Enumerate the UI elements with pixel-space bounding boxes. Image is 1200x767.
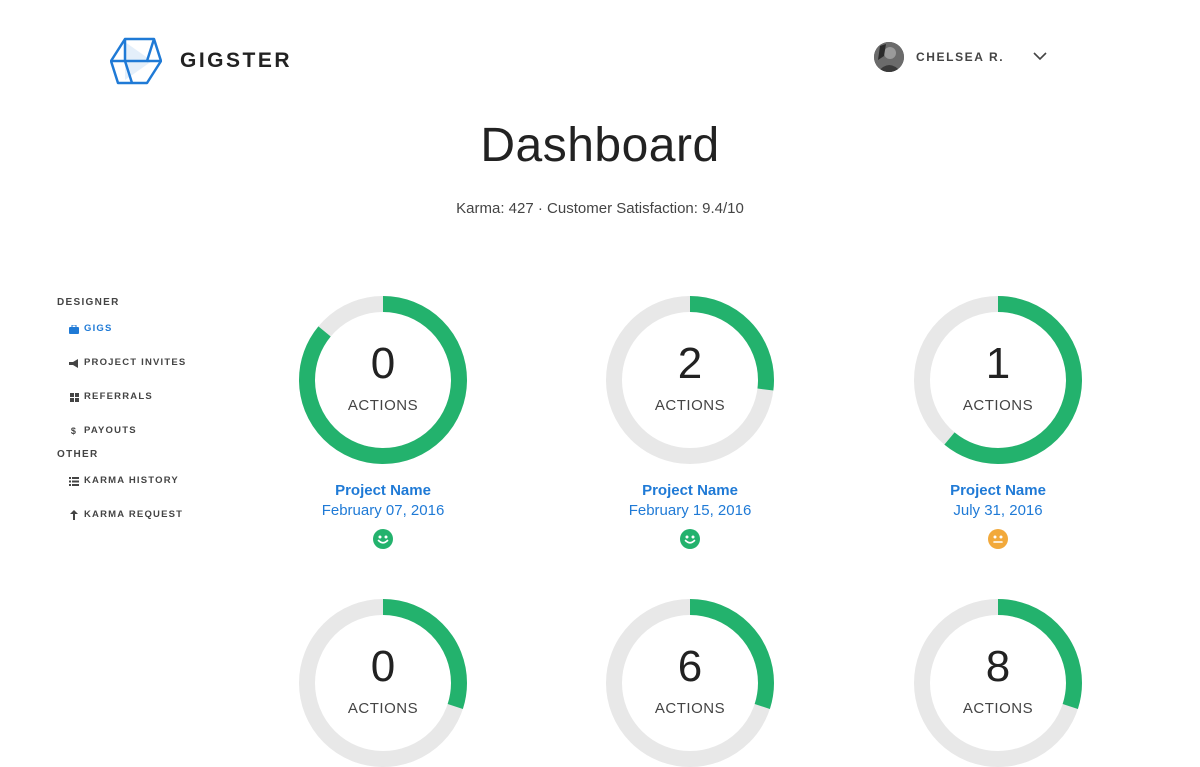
actions-ring: 8 ACTIONS xyxy=(914,599,1082,767)
sidebar-item-label: GIGS xyxy=(84,323,113,334)
actions-ring: 0 ACTIONS xyxy=(299,296,467,464)
actions-ring: 6 ACTIONS xyxy=(606,599,774,767)
project-date: July 31, 2016 xyxy=(953,502,1043,519)
project-name-link[interactable]: Project Name xyxy=(263,481,503,500)
sidebar-item-karma-request[interactable]: KARMA REQUEST xyxy=(69,509,237,521)
actions-label: ACTIONS xyxy=(347,397,419,414)
brand-name: GIGSTER xyxy=(180,49,293,72)
megaphone-icon xyxy=(69,358,79,368)
actions-ring: 1 ACTIONS xyxy=(914,296,1082,464)
happy-face-icon xyxy=(680,529,700,549)
sidebar-item-project-invites[interactable]: PROJECT INVITES xyxy=(69,357,237,369)
briefcase-icon xyxy=(69,324,79,334)
gig-card[interactable]: 0 ACTIONS Project Name February 07, 2016 xyxy=(263,296,503,554)
sidebar-item-gigs[interactable]: GIGS xyxy=(69,323,237,335)
sidebar-item-karma-history[interactable]: KARMA HISTORY xyxy=(69,475,237,487)
actions-label: ACTIONS xyxy=(654,397,726,414)
project-date: February 15, 2016 xyxy=(628,502,752,519)
happy-face-icon xyxy=(373,529,393,549)
avatar xyxy=(874,42,904,72)
user-menu[interactable]: CHELSEA R. xyxy=(874,42,1004,72)
gig-card[interactable]: 6 ACTIONS xyxy=(570,599,810,767)
gig-card[interactable]: 1 ACTIONS Project Name July 31, 2016 xyxy=(878,296,1118,554)
gig-card[interactable]: 0 ACTIONS xyxy=(263,599,503,767)
sidebar-item-label: KARMA HISTORY xyxy=(84,475,179,486)
user-name: CHELSEA R. xyxy=(916,50,1005,64)
actions-label: ACTIONS xyxy=(962,397,1034,414)
karma-stats: Karma: 427 · Customer Satisfaction: 9.4/… xyxy=(456,200,744,217)
sidebar-item-label: REFERRALS xyxy=(84,391,153,402)
actions-count: 1 xyxy=(985,339,1011,388)
actions-count: 0 xyxy=(370,642,396,691)
sidebar-item-label: PROJECT INVITES xyxy=(84,357,187,368)
section-heading-designer: DESIGNER xyxy=(57,297,120,308)
cube-logo-icon xyxy=(110,37,162,85)
list-icon xyxy=(69,476,79,486)
actions-ring: 0 ACTIONS xyxy=(299,599,467,767)
actions-ring: 2 ACTIONS xyxy=(606,296,774,464)
sidebar-item-label: KARMA REQUEST xyxy=(84,509,184,520)
actions-count: 0 xyxy=(370,339,396,388)
dollar-icon: $ xyxy=(70,426,78,436)
arrow-up-icon xyxy=(69,510,79,520)
project-date: February 07, 2016 xyxy=(321,502,445,519)
chevron-down-icon[interactable] xyxy=(1032,50,1048,62)
gig-card[interactable]: 2 ACTIONS Project Name February 15, 2016 xyxy=(570,296,810,554)
grid-icon xyxy=(69,392,79,402)
actions-label: ACTIONS xyxy=(962,700,1034,717)
actions-label: ACTIONS xyxy=(347,700,419,717)
neutral-face-icon xyxy=(988,529,1008,549)
page-title: Dashboard xyxy=(480,119,720,172)
actions-count: 8 xyxy=(985,642,1011,691)
sidebar-item-referrals[interactable]: REFERRALS xyxy=(69,391,237,403)
project-name-link[interactable]: Project Name xyxy=(878,481,1118,500)
sidebar-nav: DESIGNER GIGS PROJECT INVITES REFERRALS … xyxy=(57,297,237,521)
actions-count: 2 xyxy=(677,339,703,388)
actions-label: ACTIONS xyxy=(654,700,726,717)
section-heading-other: OTHER xyxy=(57,449,99,460)
top-header: GIGSTER CHELSEA R. xyxy=(0,0,1200,110)
actions-count: 6 xyxy=(677,642,703,691)
gig-card[interactable]: 8 ACTIONS xyxy=(878,599,1118,767)
project-name-link[interactable]: Project Name xyxy=(570,481,810,500)
sidebar-item-payouts[interactable]: $ PAYOUTS xyxy=(69,425,237,437)
sidebar-item-label: PAYOUTS xyxy=(84,425,137,436)
gigster-logo[interactable]: GIGSTER xyxy=(110,37,292,85)
